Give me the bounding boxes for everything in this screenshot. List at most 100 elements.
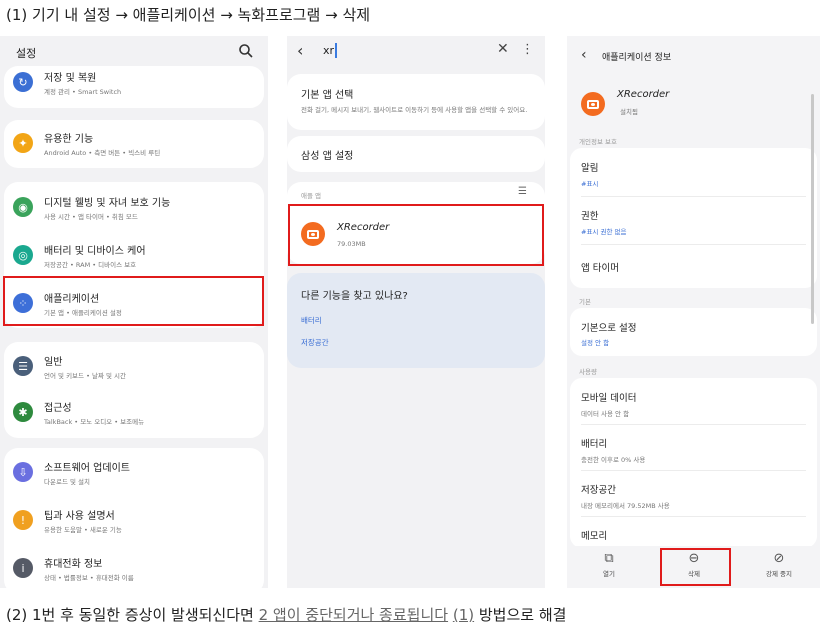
caption-text: (2) 1번 후 동일한 증상이 발생되신다면 xyxy=(6,606,259,624)
tips-icon: ! xyxy=(13,510,33,530)
clear-icon[interactable]: ✕ xyxy=(497,41,509,57)
caption-link-app-stopped[interactable]: 2 앱이 중단되거나 종료됩니다 xyxy=(259,606,448,624)
settings-item-backup[interactable]: ↻ 저장 및 복원 계정 관리 • Smart Switch xyxy=(4,60,264,106)
accessibility-icon: ✱ xyxy=(13,402,33,422)
suggestions-title: 다른 기능을 찾고 있나요? xyxy=(301,291,408,302)
open-button[interactable]: ⧉ 열기 xyxy=(579,546,639,588)
caption-text-end: 방법으로 해결 xyxy=(474,606,567,624)
section-default: 기본 xyxy=(579,298,591,306)
star-icon: ✦ xyxy=(13,133,33,153)
settings-screen: 설정 ↻ 저장 및 복원 계정 관리 • Smart Switch ✦ 유용한 … xyxy=(0,36,268,588)
settings-item-title: 저장 및 복원 xyxy=(44,73,97,84)
default-apps-card[interactable]: 기본 앱 선택 전화 걸기, 메시지 보내기, 웹사이트로 이동하기 등에 사용… xyxy=(287,74,545,130)
open-external-icon: ⧉ xyxy=(604,551,614,566)
item-storage[interactable]: 저장공간 내장 메모리에서 79.52MB 사용 xyxy=(570,470,817,516)
item-sub: 설정 안 함 xyxy=(581,339,610,347)
item-title: 앱 타이머 xyxy=(581,263,619,274)
sort-icon[interactable]: ☰ xyxy=(518,186,527,197)
samsung-app-settings-title: 삼성 앱 설정 xyxy=(301,151,354,162)
settings-item-tips[interactable]: ! 팁과 사용 설명서 유용한 도움말 • 새로운 기능 xyxy=(4,498,264,544)
item-sub: 데이터 사용 안 함 xyxy=(581,410,630,418)
highlight-applications xyxy=(3,276,264,326)
item-title: 저장공간 xyxy=(581,485,616,496)
settings-item-sub: 유용한 도움말 • 새로운 기능 xyxy=(44,526,122,534)
section-label: 애플 앱 xyxy=(301,192,322,200)
item-title: 메모리 xyxy=(581,531,608,542)
settings-item-sub: 계정 관리 • Smart Switch xyxy=(44,88,122,96)
search-icon[interactable] xyxy=(238,43,254,59)
text-cursor xyxy=(335,43,337,58)
item-mobile-data[interactable]: 모바일 데이터 데이터 사용 안 함 xyxy=(570,378,817,424)
search-input[interactable]: xr xyxy=(323,44,334,57)
item-set-as-default[interactable]: 기본으로 설정 설정 안 함 xyxy=(570,308,817,356)
settings-item-title: 디지털 웰빙 및 자녀 보호 기능 xyxy=(44,198,171,209)
privacy-card: 알림 #표시 권한 #표시 권한 없음 앱 타이머 xyxy=(570,148,817,288)
device-care-icon: ◎ xyxy=(13,245,33,265)
scrollbar[interactable] xyxy=(811,94,814,324)
suggestion-link-storage[interactable]: 저장공간 xyxy=(301,337,329,348)
settings-group-about: ⇩ 소프트웨어 업데이트 다운로드 및 설치 ! 팁과 사용 설명서 유용한 도… xyxy=(4,448,264,588)
settings-item-title: 일반 xyxy=(44,357,63,368)
back-icon[interactable]: ‹ xyxy=(297,41,303,60)
settings-item-title: 팁과 사용 설명서 xyxy=(44,511,115,522)
settings-item-title: 접근성 xyxy=(44,403,72,414)
suggestion-link-battery[interactable]: 배터리 xyxy=(301,315,322,326)
settings-item-title: 배터리 및 디바이스 케어 xyxy=(44,246,146,257)
settings-item-sub: Android Auto • 측면 버튼 • 빅스비 루틴 xyxy=(44,149,161,157)
force-stop-button[interactable]: ⊘ 강제 중지 xyxy=(749,546,809,588)
item-sub: #표시 xyxy=(581,180,599,188)
samsung-app-settings-card[interactable]: 삼성 앱 설정 xyxy=(287,136,545,172)
item-title: 알림 xyxy=(581,163,599,174)
settings-item-title: 휴대전화 정보 xyxy=(44,559,103,570)
settings-item-title: 소프트웨어 업데이트 xyxy=(44,463,130,474)
caption-bottom: (2) 1번 후 동일한 증상이 발생되신다면 2 앱이 중단되거나 종료됩니다… xyxy=(6,604,566,625)
general-icon: ☰ xyxy=(13,356,33,376)
back-icon[interactable]: ‹ xyxy=(581,47,587,63)
section-privacy: 개인정보 보호 xyxy=(579,138,617,146)
default-card: 기본으로 설정 설정 안 함 xyxy=(570,308,817,356)
settings-item-advanced-features[interactable]: ✦ 유용한 기능 Android Auto • 측면 버튼 • 빅스비 루틴 xyxy=(4,121,264,167)
update-icon: ⇩ xyxy=(13,462,33,482)
item-battery[interactable]: 배터리 충전한 이후로 0% 사용 xyxy=(570,424,817,470)
settings-item-sub: TalkBack • 모노 오디오 • 보조메뉴 xyxy=(44,418,145,426)
default-apps-desc: 전화 걸기, 메시지 보내기, 웹사이트로 이동하기 등에 사용할 앱을 선택할… xyxy=(301,106,528,114)
xrecorder-app-icon xyxy=(581,92,605,116)
settings-item-general[interactable]: ☰ 일반 언어 및 키보드 • 날짜 및 시간 xyxy=(4,344,264,390)
settings-item-software-update[interactable]: ⇩ 소프트웨어 업데이트 다운로드 및 설치 xyxy=(4,450,264,496)
app-info-screen: ‹ 애플리케이션 정보 XRecorder 설치됨 개인정보 보호 알림 #표시… xyxy=(567,36,820,588)
caption-link-method-1[interactable]: (1) xyxy=(453,606,474,624)
settings-item-about-phone[interactable]: i 휴대전화 정보 상태 • 법률정보 • 휴대전화 이름 xyxy=(4,546,264,588)
item-title: 권한 xyxy=(581,211,599,222)
settings-item-battery-care[interactable]: ◎ 배터리 및 디바이스 케어 저장공간 • RAM • 디바이스 보호 xyxy=(4,233,264,279)
item-memory[interactable]: 메모리 xyxy=(570,516,817,548)
usage-card: 모바일 데이터 데이터 사용 안 함 배터리 충전한 이후로 0% 사용 저장공… xyxy=(570,378,817,548)
settings-group-general: ☰ 일반 언어 및 키보드 • 날짜 및 시간 ✱ 접근성 TalkBack •… xyxy=(4,342,264,438)
settings-group-backup: ↻ 저장 및 복원 계정 관리 • Smart Switch xyxy=(4,66,264,108)
item-notifications[interactable]: 알림 #표시 xyxy=(570,148,817,194)
search-bar: ‹ xr ✕ ⋮ xyxy=(287,36,545,68)
settings-item-sub: 다운로드 및 설치 xyxy=(44,478,90,486)
default-apps-title: 기본 앱 선택 xyxy=(301,90,354,101)
info-icon: i xyxy=(13,558,33,578)
item-sub: 충전한 이후로 0% 사용 xyxy=(581,456,646,464)
open-label: 열기 xyxy=(603,570,615,578)
more-options-icon[interactable]: ⋮ xyxy=(521,42,534,57)
item-permissions[interactable]: 권한 #표시 권한 없음 xyxy=(570,196,817,242)
highlight-xrecorder xyxy=(288,204,544,266)
app-name: XRecorder xyxy=(617,89,670,100)
search-screen: ‹ xr ✕ ⋮ 기본 앱 선택 전화 걸기, 메시지 보내기, 웹사이트로 이… xyxy=(287,36,545,588)
settings-item-sub: 저장공간 • RAM • 디바이스 보호 xyxy=(44,261,137,269)
backup-icon: ↻ xyxy=(13,72,33,92)
item-title: 기본으로 설정 xyxy=(581,323,637,334)
settings-item-title: 유용한 기능 xyxy=(44,134,94,145)
settings-item-digital-wellbeing[interactable]: ◉ 디지털 웰빙 및 자녀 보호 기능 사용 시간 • 앱 타이머 • 취침 모… xyxy=(4,185,264,231)
settings-item-sub: 상태 • 법률정보 • 휴대전화 이름 xyxy=(44,574,134,582)
settings-item-accessibility[interactable]: ✱ 접근성 TalkBack • 모노 오디오 • 보조메뉴 xyxy=(4,390,264,436)
section-usage: 사용량 xyxy=(579,368,597,376)
force-stop-icon: ⊘ xyxy=(773,551,785,566)
item-app-timer[interactable]: 앱 타이머 xyxy=(570,244,817,288)
item-title: 모바일 데이터 xyxy=(581,393,637,404)
settings-item-sub: 사용 시간 • 앱 타이머 • 취침 모드 xyxy=(44,213,138,221)
suggestions-card: 다른 기능을 찾고 있나요? 배터리 저장공간 xyxy=(287,273,545,368)
settings-title: 설정 xyxy=(16,47,37,60)
